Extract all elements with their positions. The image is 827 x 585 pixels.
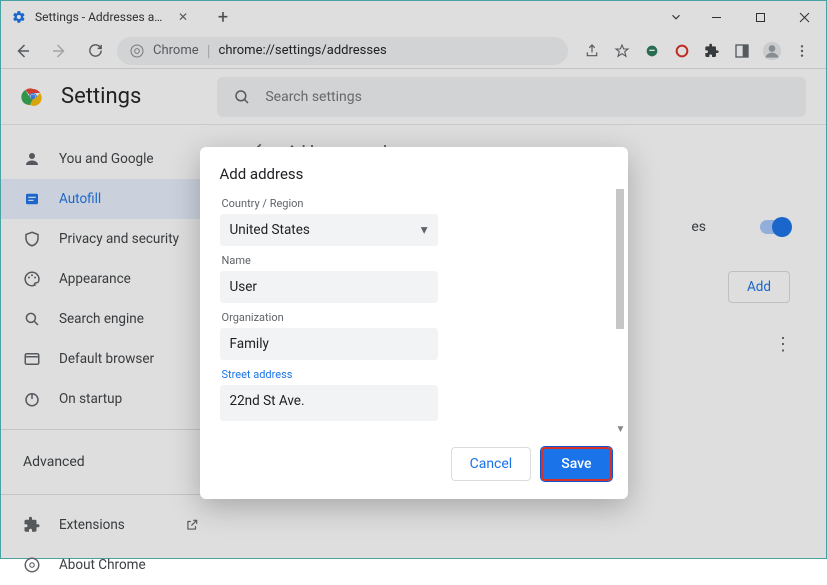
country-label: Country / Region (222, 197, 608, 210)
country-select[interactable]: United States ▾ (220, 214, 438, 246)
street-address-label: Street address (222, 368, 608, 381)
chevron-down-icon: ▾ (421, 222, 428, 238)
save-button[interactable]: Save (541, 447, 611, 481)
organization-label: Organization (222, 311, 608, 324)
street-address-input[interactable] (220, 385, 438, 421)
dialog-scrollbar[interactable]: ▼ (614, 189, 628, 435)
dialog-actions: Cancel Save (200, 435, 628, 499)
scroll-down-icon[interactable]: ▼ (616, 424, 626, 435)
country-value: United States (230, 222, 310, 238)
sidebar-item-label: About Chrome (59, 557, 146, 573)
dialog-title: Add address (220, 165, 608, 183)
organization-input[interactable] (220, 328, 438, 360)
scrollbar-thumb[interactable] (616, 189, 624, 329)
cancel-button[interactable]: Cancel (451, 447, 532, 481)
name-input[interactable] (220, 271, 438, 303)
name-label: Name (222, 254, 608, 267)
add-address-dialog: Add address Country / Region United Stat… (200, 147, 628, 499)
